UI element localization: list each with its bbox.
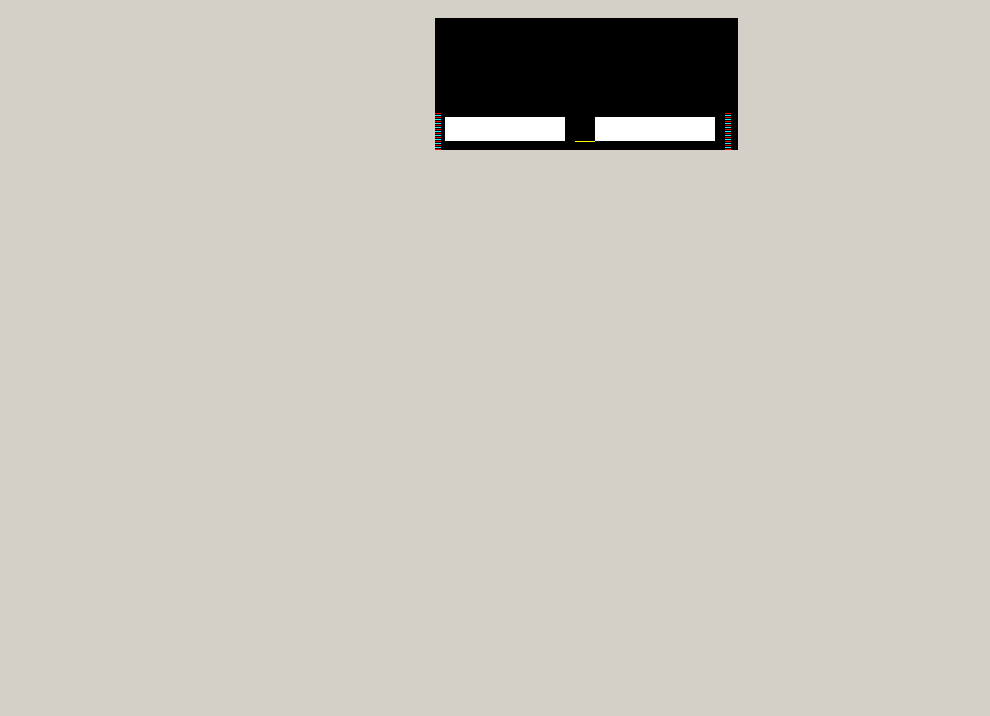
debug-canvas [435,18,738,150]
debug-page [0,0,990,716]
